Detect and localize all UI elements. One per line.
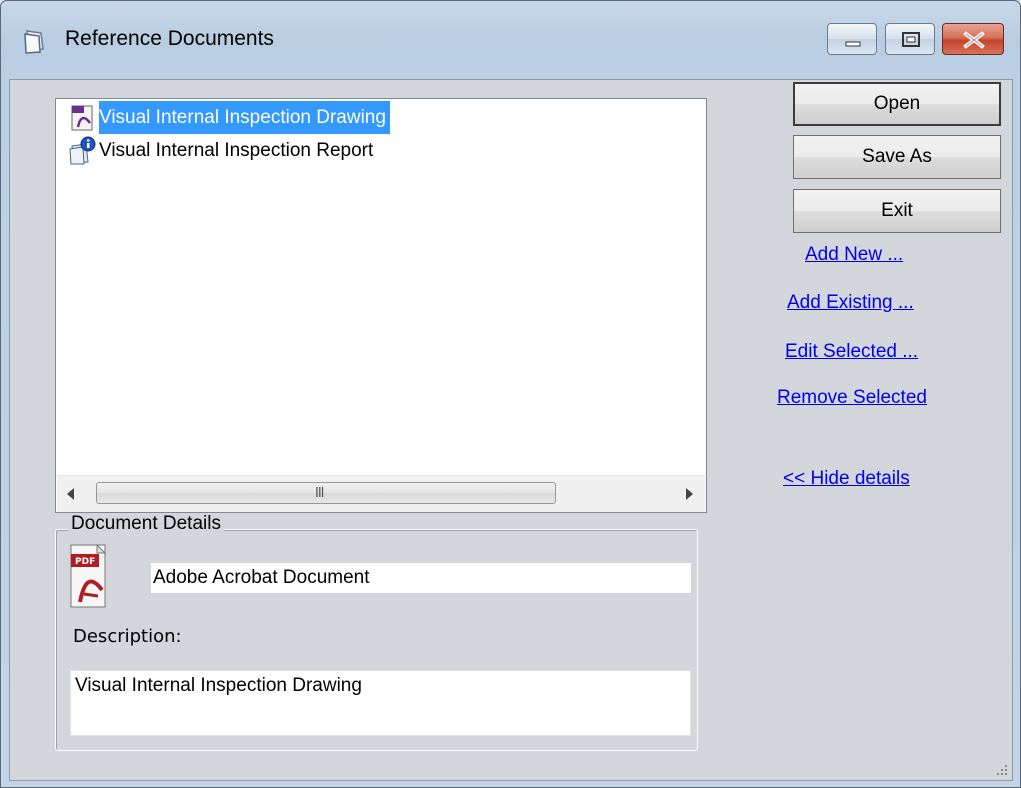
report-info-icon (69, 136, 96, 165)
open-button[interactable]: Open (793, 82, 1001, 126)
save-as-button[interactable]: Save As (793, 135, 1001, 179)
scroll-left-icon[interactable] (67, 488, 74, 500)
add-existing-link[interactable]: Add Existing ... (787, 292, 914, 314)
scroll-right-icon[interactable] (686, 488, 693, 500)
horizontal-scrollbar[interactable]: III (57, 475, 705, 512)
window-title: Reference Documents (65, 27, 274, 50)
hide-details-link[interactable]: << Hide details (783, 468, 910, 490)
list-item-label: Visual Internal Inspection Report (99, 140, 374, 161)
title-bar[interactable]: Reference Documents (1, 1, 1020, 81)
pdf-file-icon: PDF (70, 544, 107, 608)
minimize-icon (845, 41, 861, 47)
close-icon (963, 31, 985, 49)
document-details-label: Document Details (68, 513, 224, 535)
scrollbar-grip: III (315, 486, 324, 501)
documents-app-icon (24, 30, 44, 54)
list-item-document[interactable]: Visual Internal Inspection Report (56, 134, 706, 167)
list-item-document[interactable]: Visual Internal Inspection Drawing (56, 101, 706, 134)
remove-selected-link[interactable]: Remove Selected (777, 387, 927, 409)
pdf-document-icon (71, 105, 93, 131)
pdf-label: PDF (75, 557, 95, 567)
edit-selected-link[interactable]: Edit Selected ... (785, 341, 918, 363)
resize-grip-icon[interactable] (994, 762, 1008, 776)
list-item-label: Visual Internal Inspection Drawing (99, 101, 390, 134)
document-type-field: Adobe Acrobat Document (151, 563, 691, 593)
description-field[interactable]: Visual Internal Inspection Drawing (70, 670, 691, 736)
documents-listbox[interactable]: Visual Internal Inspection Drawing Visua… (55, 98, 707, 513)
dialog-client-area: Visual Internal Inspection Drawing Visua… (9, 79, 1013, 781)
add-new-link[interactable]: Add New ... (805, 244, 903, 266)
maximize-icon (902, 32, 920, 47)
description-label: Description: (73, 626, 182, 647)
minimize-button[interactable] (827, 23, 877, 55)
scrollbar-thumb[interactable]: III (96, 482, 556, 504)
maximize-button[interactable] (885, 23, 935, 55)
exit-button[interactable]: Exit (793, 189, 1001, 233)
close-button[interactable] (942, 23, 1004, 55)
reference-documents-window: Reference Documents Visual Internal Insp… (0, 0, 1021, 788)
